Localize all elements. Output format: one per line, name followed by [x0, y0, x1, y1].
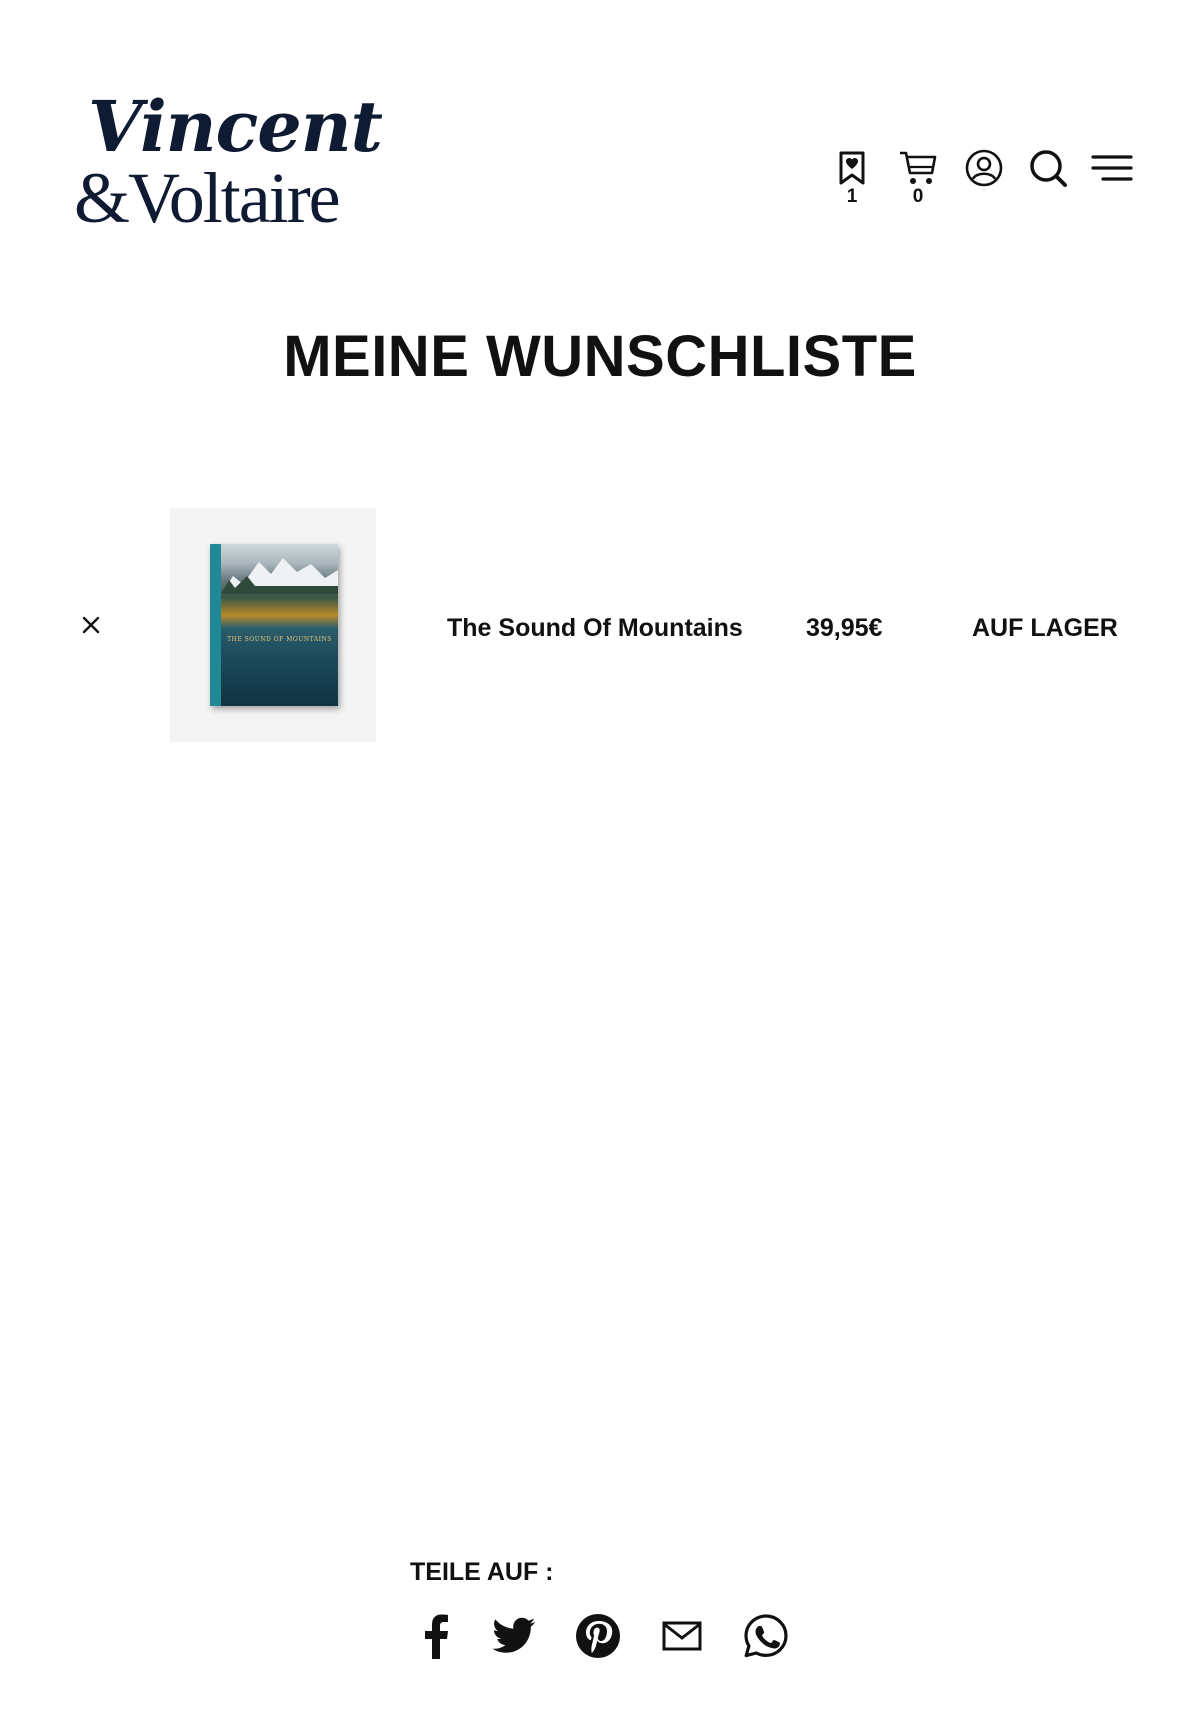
twitter-icon	[492, 1617, 535, 1653]
book-cover-image: THE SOUND OF MOUNTAINS	[210, 544, 338, 706]
book-cover: THE SOUND OF MOUNTAINS	[221, 544, 338, 706]
product-thumbnail[interactable]: THE SOUND OF MOUNTAINS	[170, 508, 376, 742]
share-facebook-button[interactable]	[410, 1610, 462, 1662]
brand-logo[interactable]: Vincent &Voltaire	[74, 92, 383, 242]
share-email-button[interactable]	[656, 1610, 708, 1662]
close-icon	[82, 616, 100, 634]
product-price: 39,95€	[806, 614, 883, 642]
whatsapp-icon	[744, 1614, 788, 1658]
share-icons	[410, 1610, 810, 1670]
cart-button[interactable]: 0	[896, 146, 940, 207]
cart-icon	[900, 151, 937, 184]
share-pinterest-button[interactable]	[572, 1610, 624, 1662]
wishlist-count: 1	[846, 186, 858, 207]
share-whatsapp-button[interactable]	[740, 1610, 792, 1662]
bookmark-heart-icon	[839, 151, 865, 185]
product-name[interactable]: The Sound Of Mountains	[447, 614, 743, 643]
cover-title: THE SOUND OF MOUNTAINS	[227, 636, 332, 643]
mountain-graphic	[221, 558, 338, 594]
account-button[interactable]	[962, 146, 1006, 190]
menu-button[interactable]	[1090, 146, 1134, 190]
menu-icon	[1091, 155, 1133, 181]
header-actions: 1 0	[820, 146, 1140, 216]
wishlist-button[interactable]: 1	[830, 146, 874, 207]
share-twitter-button[interactable]	[488, 1610, 540, 1662]
search-icon	[1030, 150, 1067, 187]
book-spine	[210, 544, 221, 706]
logo-line-1: Vincent	[88, 85, 383, 168]
remove-item-button[interactable]	[78, 612, 104, 638]
logo-line-2: &Voltaire	[74, 158, 341, 238]
pinterest-icon	[576, 1614, 620, 1658]
search-button[interactable]	[1026, 146, 1070, 190]
user-icon	[965, 149, 1003, 187]
share-label: TEILE AUF :	[410, 1558, 554, 1586]
stock-status: AUF LAGER	[972, 614, 1118, 642]
facebook-icon	[425, 1614, 448, 1659]
mail-icon	[662, 1621, 702, 1651]
cart-count: 0	[912, 186, 924, 207]
page-title: MEINE WUNSCHLISTE	[283, 324, 917, 389]
